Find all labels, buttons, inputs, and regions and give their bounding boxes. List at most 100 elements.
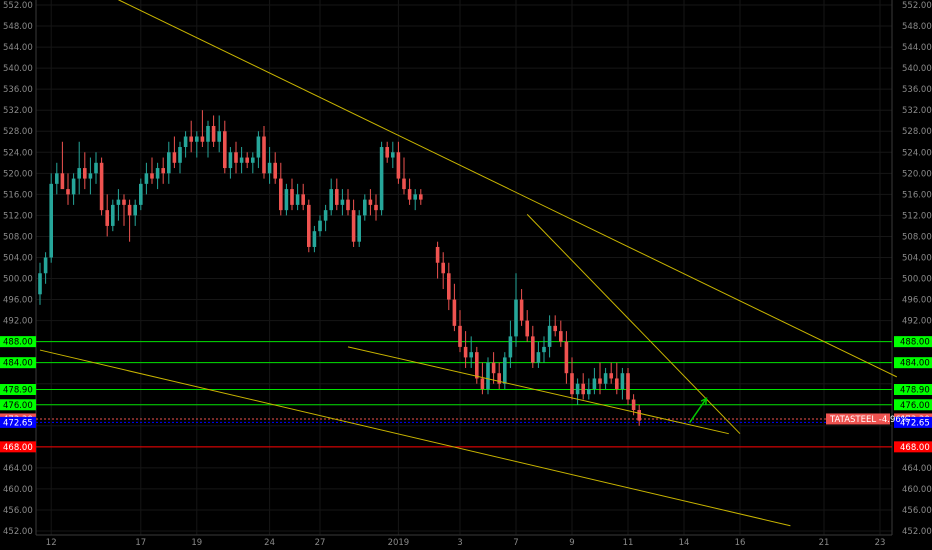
candle bbox=[469, 336, 473, 368]
candle bbox=[553, 315, 557, 337]
x-tick-label: 9 bbox=[569, 538, 574, 548]
level-tag-label: 472.65 bbox=[3, 418, 33, 428]
candle bbox=[581, 373, 585, 400]
level-tag-label: 478.90 bbox=[900, 386, 930, 396]
level-tag-label: 468.00 bbox=[900, 443, 930, 453]
candle-body bbox=[301, 194, 305, 205]
price-chart[interactable]: 552.00 548.00 544.00 540.00 536.00 532.00 528.… bbox=[0, 0, 932, 550]
candle-body bbox=[463, 346, 468, 358]
x-tick-label: 24 bbox=[264, 538, 275, 548]
trendline[interactable] bbox=[39, 349, 791, 527]
candle-body bbox=[407, 189, 412, 200]
candle bbox=[536, 341, 541, 368]
x-tick-label: 27 bbox=[315, 538, 326, 548]
candle-body bbox=[139, 183, 143, 205]
candle bbox=[262, 125, 266, 179]
candle-body bbox=[379, 147, 384, 211]
y-tick-label: 512.00 bbox=[902, 211, 932, 221]
level-tag-label: 478.90 bbox=[3, 386, 33, 396]
candle bbox=[133, 199, 137, 226]
y-axis-right[interactable]: 552.00 548.00 544.00 540.00 536.00 532.00 528.… bbox=[894, 1, 932, 537]
candle-body bbox=[475, 352, 479, 379]
candle bbox=[223, 120, 227, 174]
level-tag-label: 488.00 bbox=[3, 338, 33, 348]
y-tick-label: 552.00 bbox=[902, 1, 932, 11]
candle-body bbox=[564, 341, 569, 374]
candle-body bbox=[77, 168, 81, 179]
candle-body bbox=[587, 388, 591, 395]
candle bbox=[458, 310, 462, 353]
candle bbox=[519, 289, 524, 326]
candle-body bbox=[452, 299, 457, 326]
candle-body bbox=[626, 373, 630, 400]
candle bbox=[66, 173, 70, 205]
x-axis[interactable]: 12 17 19 24 27 2019 3 7 9 11 14 16 21 23 bbox=[46, 538, 886, 548]
arrow-annotation bbox=[688, 397, 708, 424]
candle bbox=[83, 152, 87, 190]
candle-body bbox=[458, 325, 462, 347]
y-axis-left[interactable]: 552.00 548.00 544.00 540.00 536.00 532.00 528.… bbox=[0, 1, 36, 537]
candle-body bbox=[419, 194, 423, 200]
x-tick-label: 17 bbox=[135, 538, 146, 548]
candle bbox=[475, 346, 479, 384]
candle bbox=[295, 183, 300, 211]
candle bbox=[374, 194, 378, 221]
candle bbox=[486, 357, 490, 395]
candle bbox=[239, 147, 244, 174]
candle-body bbox=[94, 162, 98, 174]
candle bbox=[435, 241, 440, 279]
candle bbox=[329, 178, 333, 216]
candle-body bbox=[396, 152, 401, 179]
candle bbox=[178, 141, 182, 174]
candle-body bbox=[295, 194, 300, 205]
y-tick-label: 456.00 bbox=[902, 506, 932, 516]
candle-body bbox=[127, 204, 132, 216]
y-tick-label: 508.00 bbox=[902, 232, 932, 242]
candle bbox=[620, 367, 625, 400]
candle-body bbox=[531, 336, 535, 363]
y-tick-label: 452.00 bbox=[902, 527, 932, 537]
candle-body bbox=[340, 199, 345, 205]
candle bbox=[346, 189, 350, 216]
candle-body bbox=[267, 162, 272, 174]
candle bbox=[200, 110, 205, 148]
y-tick-label: 544.00 bbox=[902, 43, 932, 53]
y-tick-label: 508.00 bbox=[3, 232, 33, 242]
candle bbox=[94, 152, 98, 184]
candle-body bbox=[71, 178, 76, 195]
candle bbox=[312, 225, 317, 253]
candle-body bbox=[620, 373, 625, 389]
candle bbox=[183, 131, 188, 158]
candle-body bbox=[413, 194, 417, 200]
y-tick-label: 496.00 bbox=[902, 296, 932, 306]
candle bbox=[497, 362, 501, 389]
y-tick-label: 464.00 bbox=[902, 464, 932, 474]
candle-body bbox=[223, 131, 227, 169]
candle bbox=[363, 194, 367, 221]
candle-body bbox=[111, 204, 115, 226]
candle bbox=[88, 157, 93, 195]
level-tag-label: 468.00 bbox=[3, 443, 33, 453]
x-tick-label: 3 bbox=[457, 538, 462, 548]
candle bbox=[111, 199, 115, 232]
candle-body bbox=[155, 168, 160, 179]
candle bbox=[99, 157, 104, 216]
x-tick-label: 19 bbox=[191, 538, 202, 548]
candle bbox=[542, 336, 546, 363]
candle-body bbox=[122, 199, 126, 205]
candle-body bbox=[167, 152, 171, 174]
candle-body bbox=[525, 320, 529, 337]
candle-body bbox=[609, 373, 613, 379]
candle bbox=[55, 162, 59, 195]
candle-body bbox=[615, 378, 619, 389]
candle bbox=[323, 204, 328, 232]
candle bbox=[172, 136, 177, 169]
candle-body bbox=[335, 189, 339, 205]
candle bbox=[49, 173, 53, 263]
candle-body bbox=[38, 273, 42, 295]
candle-body bbox=[491, 362, 496, 374]
candle-body bbox=[469, 352, 473, 358]
candle bbox=[127, 199, 132, 242]
x-tick-label: 7 bbox=[513, 538, 518, 548]
candle-body bbox=[435, 246, 440, 263]
